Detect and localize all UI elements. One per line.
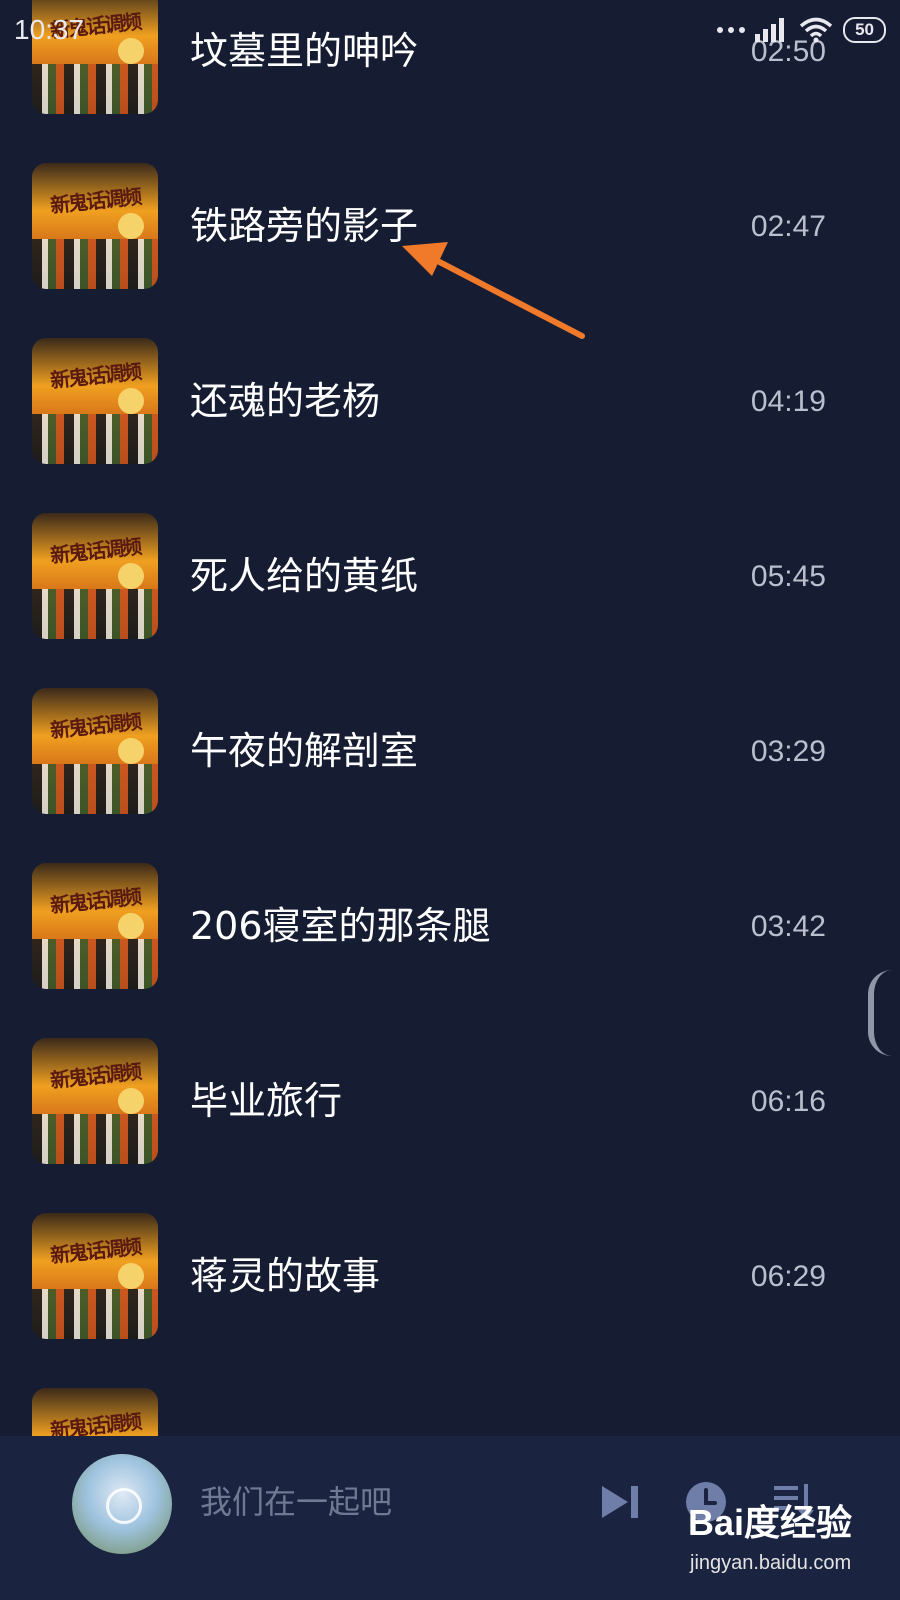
track-duration: 05:45: [750, 560, 826, 593]
battery-indicator: 50: [843, 17, 886, 43]
track-cover-image: 新鬼话调频: [32, 863, 158, 989]
fast-scroll-handle[interactable]: [868, 970, 892, 1056]
watermark-brand: Bai度经验: [688, 1502, 853, 1543]
track-cover-image: 新鬼话调频: [32, 1213, 158, 1339]
track-duration: 03:29: [750, 735, 826, 768]
mini-player-bar[interactable]: 我们在一起吧 Bai度经验 jingyan.baidu.com: [0, 1436, 900, 1600]
track-row[interactable]: 新鬼话调频 死人给的黄纸 05:45: [0, 469, 900, 644]
track-cover-image: 新鬼话调频: [32, 1038, 158, 1164]
track-cover-image: 新鬼话调频: [32, 338, 158, 464]
cover-art-text: 新鬼话调频: [49, 1409, 142, 1436]
track-duration: 06:29: [750, 1260, 826, 1293]
track-cover-image: 新鬼话调频: [32, 1388, 158, 1436]
track-cover-image: 新鬼话调频: [32, 513, 158, 639]
status-time: 10:37: [14, 14, 85, 45]
play-icon: [106, 1488, 142, 1524]
wifi-icon: [799, 17, 833, 43]
track-title: 午夜的解剖室: [190, 729, 419, 773]
track-title: 蒋灵的故事: [190, 1254, 381, 1298]
track-row[interactable]: 新鬼话调频: [0, 1344, 900, 1436]
track-duration: 02:47: [750, 210, 826, 243]
signal-icon: [755, 18, 785, 42]
track-list: 新鬼话调频 坟墓里的呻吟 02:50 新鬼话调频 铁路旁的影子 02:47 新鬼…: [0, 0, 900, 1436]
track-duration: 04:19: [750, 385, 826, 418]
next-icon[interactable]: [598, 1480, 642, 1524]
track-duration: 06:16: [750, 1085, 826, 1118]
track-cover-image: 新鬼话调频: [32, 688, 158, 814]
baidu-jingyan-watermark: Bai度经验 jingyan.baidu.com: [688, 1494, 888, 1594]
track-row[interactable]: 新鬼话调频 铁路旁的影子 02:47: [0, 119, 900, 294]
track-row[interactable]: 新鬼话调频 蒋灵的故事 06:29: [0, 1169, 900, 1344]
track-row[interactable]: 新鬼话调频 午夜的解剖室 03:29: [0, 644, 900, 819]
status-bar: 10:37 50: [0, 0, 900, 60]
track-title: 毕业旅行: [190, 1079, 343, 1123]
track-row[interactable]: 新鬼话调频 206寝室的那条腿 03:42: [0, 819, 900, 994]
more-dots-icon: [717, 27, 746, 33]
now-playing-title[interactable]: 我们在一起吧: [200, 1482, 392, 1522]
track-title: 206寝室的那条腿: [190, 904, 491, 948]
track-duration: 03:42: [750, 910, 826, 943]
track-row[interactable]: 新鬼话调频 还魂的老杨 04:19: [0, 294, 900, 469]
watermark-url: jingyan.baidu.com: [690, 1552, 852, 1574]
track-title: 死人给的黄纸: [190, 554, 419, 598]
now-playing-album-art[interactable]: [72, 1454, 172, 1554]
track-cover-image: 新鬼话调频: [32, 163, 158, 289]
track-title: 铁路旁的影子: [190, 204, 419, 248]
track-title: 还魂的老杨: [190, 379, 381, 423]
track-row[interactable]: 新鬼话调频 毕业旅行 06:16: [0, 994, 900, 1169]
